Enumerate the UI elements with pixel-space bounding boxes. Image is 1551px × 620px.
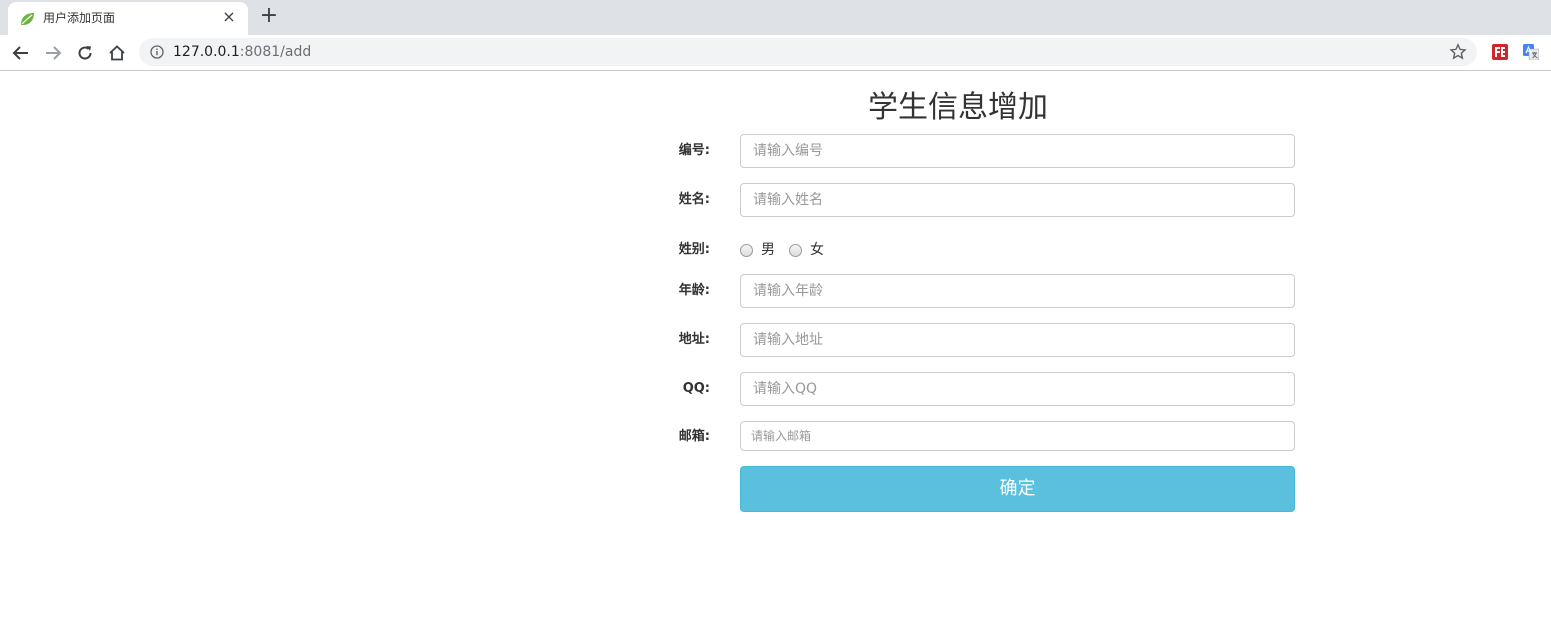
fe-extension-icon[interactable] — [1492, 44, 1508, 60]
gender-label: 姓别: — [678, 242, 710, 257]
address-input[interactable] — [740, 323, 1295, 357]
back-button[interactable] — [9, 41, 33, 65]
home-icon — [109, 45, 125, 61]
gender-female-radio[interactable] — [789, 243, 802, 257]
email-input[interactable] — [740, 421, 1295, 451]
url-host: 127.0.0.1 — [173, 44, 240, 60]
address-bar[interactable]: 127.0.0.1:8081/add — [139, 38, 1477, 66]
name-input[interactable] — [740, 183, 1295, 217]
arrow-left-icon — [12, 46, 28, 60]
new-tab-button[interactable]: + — [258, 5, 280, 27]
browser-tab-strip: 用户添加页面 × + — [0, 0, 1551, 35]
spring-leaf-icon — [21, 13, 34, 25]
address-label: 地址: — [678, 332, 710, 347]
close-tab-icon[interactable]: × — [220, 8, 238, 26]
reload-icon — [78, 46, 92, 60]
name-label: 姓名: — [678, 192, 710, 207]
age-input[interactable] — [740, 274, 1295, 308]
id-input[interactable] — [740, 134, 1295, 168]
page-title: 学生信息增加 — [868, 90, 1048, 125]
gender-radio-group: 男 女 — [740, 241, 838, 259]
url-text[interactable]: 127.0.0.1:8081/add — [173, 44, 311, 60]
browser-tab[interactable]: 用户添加页面 × — [8, 2, 248, 35]
bookmark-star-icon[interactable] — [1449, 43, 1467, 61]
id-label: 编号: — [678, 143, 710, 158]
arrow-right-icon — [46, 46, 62, 60]
tab-title: 用户添加页面 — [43, 11, 116, 25]
submit-button[interactable]: 确定 — [740, 466, 1295, 512]
forward-button[interactable] — [41, 41, 65, 65]
home-button[interactable] — [105, 41, 129, 65]
gender-male-label[interactable]: 男 — [761, 241, 775, 259]
url-path: :8081/add — [239, 44, 312, 60]
qq-label: QQ: — [682, 381, 710, 396]
gender-female-label[interactable]: 女 — [810, 241, 824, 259]
age-label: 年龄: — [678, 283, 710, 298]
reload-button[interactable] — [73, 41, 97, 65]
qq-input[interactable] — [740, 372, 1295, 406]
google-translate-icon[interactable] — [1523, 44, 1539, 60]
email-label: 邮箱: — [678, 429, 710, 444]
info-icon[interactable] — [150, 45, 164, 59]
gender-male-radio[interactable] — [740, 243, 753, 257]
browser-toolbar: 127.0.0.1:8081/add — [0, 35, 1551, 71]
